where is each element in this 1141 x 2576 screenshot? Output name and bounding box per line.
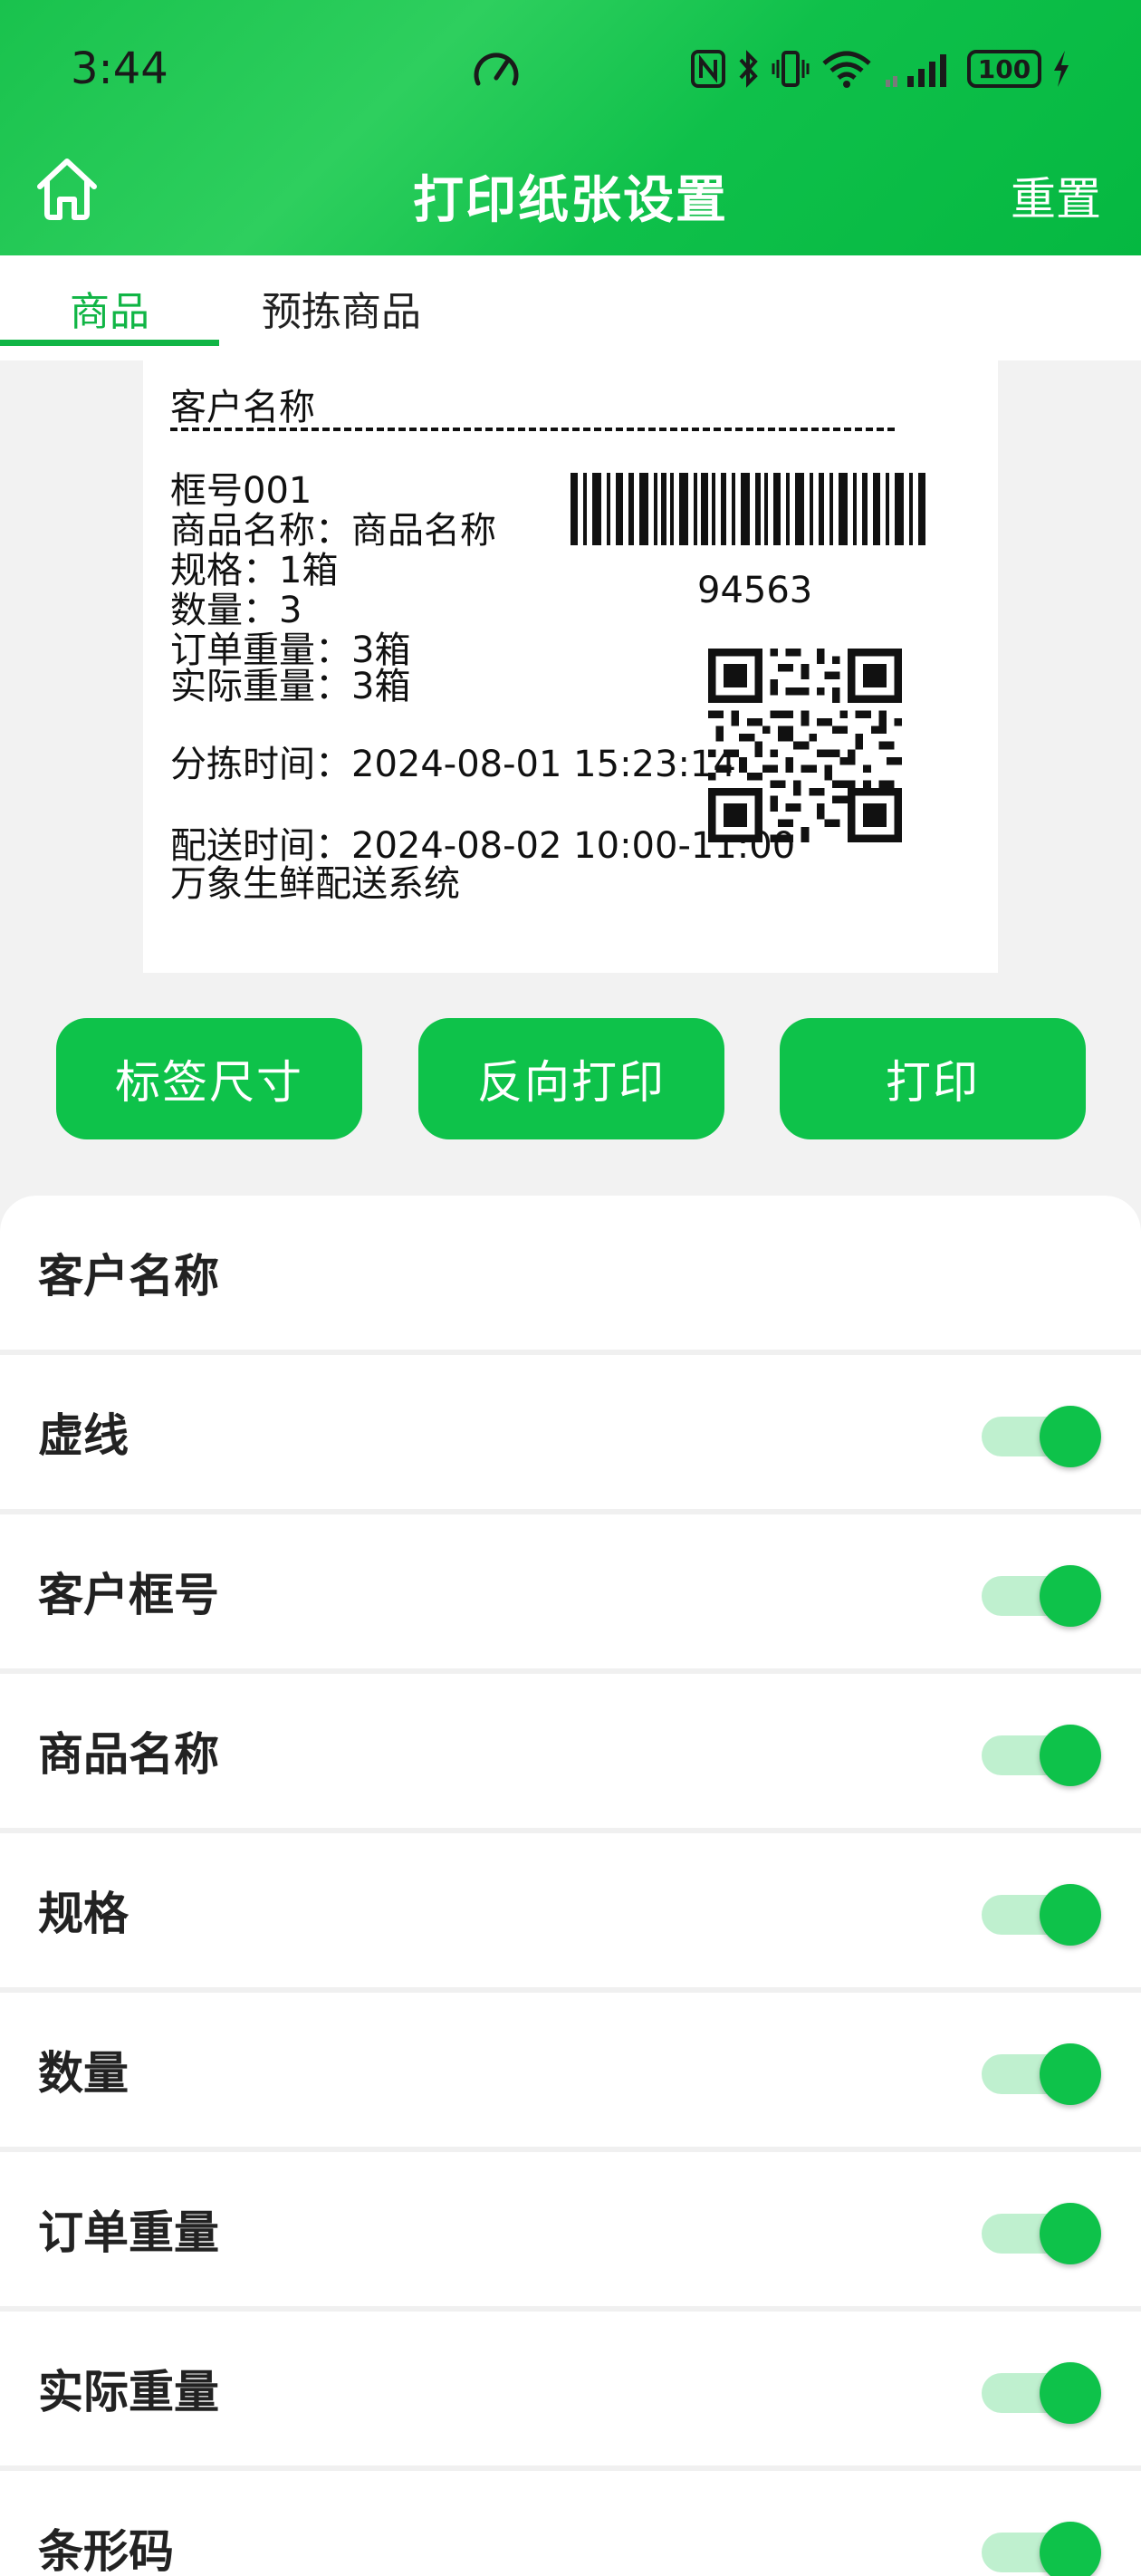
battery-icon: 100 xyxy=(967,50,1041,88)
status-time: 3:44 xyxy=(71,43,168,94)
setting-row-dashed-line: 虚线 xyxy=(0,1355,1141,1509)
preview-system-name: 万象生鲜配送系统 xyxy=(170,863,460,905)
setting-label: 规格 xyxy=(38,1888,129,1940)
setting-row-order-weight: 订单重量 xyxy=(0,2152,1141,2306)
setting-row-actual-weight: 实际重量 xyxy=(0,2312,1141,2465)
toggle-knob xyxy=(1040,1406,1101,1467)
preview-quantity: 数量：3 xyxy=(170,590,302,631)
setting-label: 数量 xyxy=(38,2047,129,2100)
setting-row-customer-name: 客户名称 xyxy=(0,1196,1141,1350)
toggle-switch[interactable] xyxy=(980,1723,1107,1786)
setting-label: 商品名称 xyxy=(38,1728,219,1781)
toggle-switch[interactable] xyxy=(980,2042,1107,2105)
label-size-button[interactable]: 标签尺寸 xyxy=(56,1018,362,1139)
preview-dashed-line xyxy=(170,428,895,431)
toggle-switch[interactable] xyxy=(980,1563,1107,1627)
preview-spec: 规格：1箱 xyxy=(170,550,339,591)
toggle-knob xyxy=(1040,2522,1101,2576)
setting-label: 虚线 xyxy=(38,1409,129,1462)
setting-label: 实际重量 xyxy=(38,2366,219,2418)
wifi-icon xyxy=(822,51,871,88)
setting-row-barcode: 条形码 xyxy=(0,2471,1141,2576)
page-title: 打印纸张设置 xyxy=(413,171,728,230)
preview-delivery-time: 配送时间：2024-08-02 10:00-11:00 xyxy=(170,825,796,867)
toggle-knob xyxy=(1040,2362,1101,2424)
setting-label: 订单重量 xyxy=(38,2206,219,2259)
nfc-icon xyxy=(691,50,725,88)
toggle-knob xyxy=(1040,1725,1101,1786)
tab-bar: 商品 预拣商品 xyxy=(0,255,1141,360)
settings-list: 客户名称 虚线 客户框号 商品名称 规格 数量 订单重量 实际重量 条形码 xyxy=(0,1196,1141,2576)
charging-icon xyxy=(1054,51,1069,87)
toggle-switch[interactable] xyxy=(980,2520,1107,2576)
reset-button[interactable]: 重置 xyxy=(1011,163,1101,228)
toggle-knob xyxy=(1040,1884,1101,1946)
toggle-switch[interactable] xyxy=(980,1882,1107,1946)
preview-frame-no: 框号001 xyxy=(170,470,312,512)
toggle-knob xyxy=(1040,1565,1101,1627)
preview-product-name: 商品名称：商品名称 xyxy=(170,510,496,552)
setting-label: 客户框号 xyxy=(38,1569,219,1621)
preview-order-weight: 订单重量：3箱 xyxy=(170,630,411,671)
setting-row-quantity: 数量 xyxy=(0,1993,1141,2147)
speedometer-icon xyxy=(474,53,519,86)
barcode-number: 94563 xyxy=(697,570,813,611)
reverse-print-button[interactable]: 反向打印 xyxy=(418,1018,724,1139)
signal-icon xyxy=(886,54,946,87)
tab-indicator xyxy=(0,340,219,346)
qr-code xyxy=(708,649,902,842)
vibrate-icon xyxy=(772,51,810,87)
bluetooth-icon xyxy=(739,50,758,88)
status-bar: 3:44 100 xyxy=(0,0,1141,136)
toggle-knob xyxy=(1040,2203,1101,2264)
preview-customer-name: 客户名称 xyxy=(170,387,315,428)
toggle-knob xyxy=(1040,2043,1101,2105)
toggle-switch[interactable] xyxy=(980,1404,1107,1467)
print-button[interactable]: 打印 xyxy=(780,1018,1086,1139)
toggle-switch[interactable] xyxy=(980,2201,1107,2264)
setting-label: 客户名称 xyxy=(38,1250,219,1302)
label-preview: 客户名称 框号001 商品名称：商品名称 规格：1箱 数量：3 订单重量：3箱 … xyxy=(143,360,998,973)
toggle-switch[interactable] xyxy=(980,2360,1107,2424)
barcode xyxy=(570,473,925,545)
tab-presorted-products[interactable]: 预拣商品 xyxy=(219,255,464,360)
app-bar: 打印纸张设置 重置 xyxy=(0,136,1141,255)
setting-row-spec: 规格 xyxy=(0,1833,1141,1987)
status-icons: 100 xyxy=(690,47,1070,91)
preview-sort-time: 分拣时间：2024-08-01 15:23:14 xyxy=(170,744,736,785)
setting-row-customer-frame-no: 客户框号 xyxy=(0,1514,1141,1668)
preview-actual-weight: 实际重量：3箱 xyxy=(170,666,411,707)
battery-level: 100 xyxy=(977,53,1031,84)
setting-row-product-name: 商品名称 xyxy=(0,1674,1141,1828)
setting-label: 条形码 xyxy=(38,2525,174,2576)
